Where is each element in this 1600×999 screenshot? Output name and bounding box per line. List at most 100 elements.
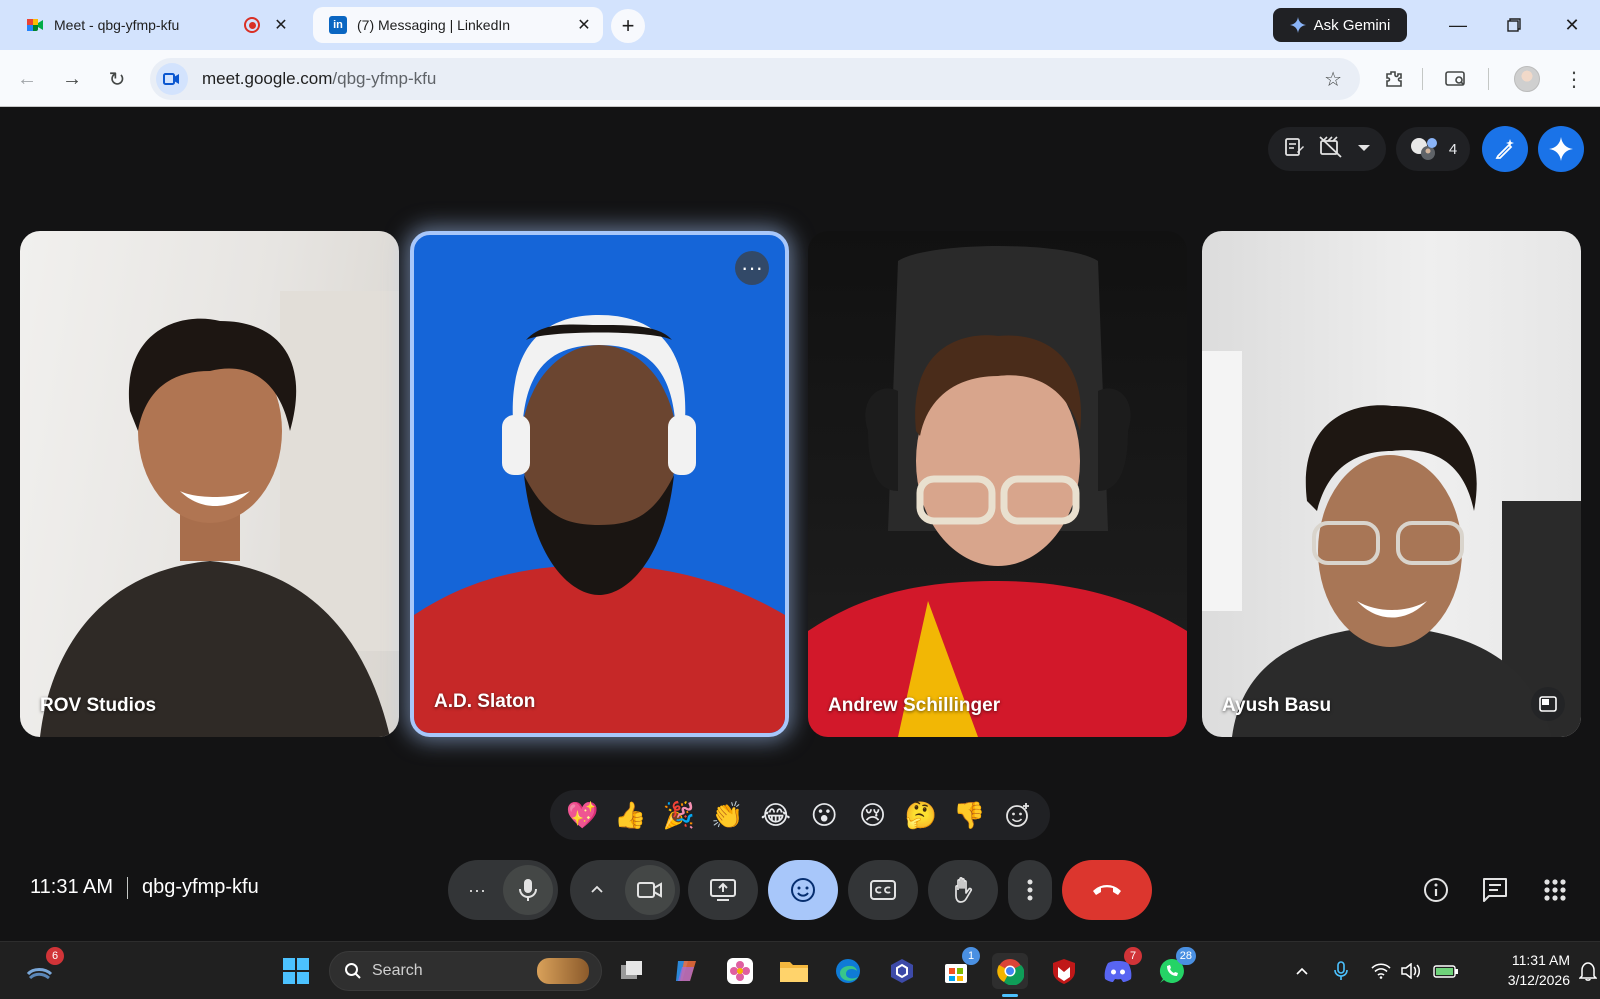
gemini-button[interactable] [1538,126,1584,172]
microphone-button[interactable] [503,865,553,915]
active-app-indicator [1002,994,1018,997]
camera-button[interactable] [625,865,675,915]
more-options-button[interactable]: ··· [735,251,769,285]
mcafee-shield-icon [1053,959,1075,984]
tab-meet[interactable]: Meet - qbg-yfmp-kfu ✕ [10,8,300,42]
present-screen-icon [710,879,736,901]
participant-name: Andrew Schillinger [828,695,1001,716]
restore-icon[interactable] [1494,10,1534,40]
reaction-sparkling-heart[interactable]: 💖 [561,794,603,836]
captions-icon [870,880,896,900]
participant-video [1202,351,1581,737]
volume-icon[interactable] [1400,960,1422,982]
reaction-party-popper[interactable]: 🎉 [658,794,700,836]
ai-notes-button[interactable] [1482,126,1528,172]
participant-tile[interactable]: ROV Studios [20,231,399,737]
show-hidden-icons-chevron-icon[interactable] [1291,960,1313,982]
address-bar[interactable]: meet.google.com/qbg-yfmp-kfu ☆ [150,58,1360,100]
tab-linkedin[interactable]: in (7) Messaging | LinkedIn ✕ [313,7,603,43]
participant-video [40,291,399,737]
meeting-details-button[interactable] [1418,872,1454,908]
discord-button[interactable]: 7 [1100,947,1142,989]
edge-icon [836,959,860,983]
flower-app-button[interactable] [722,953,758,989]
participant-tile[interactable]: Ayush Basu [1202,231,1581,737]
participant-tile[interactable]: Andrew Schillinger [808,231,1187,737]
file-explorer-button[interactable] [776,953,812,989]
close-icon[interactable]: ✕ [573,14,595,36]
more-options-button[interactable] [1008,860,1052,920]
whatsapp-button[interactable]: 28 [1154,947,1196,989]
new-tab-button[interactable]: + [611,9,645,43]
chrome-icon [997,959,1024,985]
meeting-code: qbg-yfmp-kfu [142,876,259,898]
add-reaction-icon[interactable] [997,794,1039,836]
store-button[interactable]: 1 [938,947,980,989]
notifications-bell-icon[interactable] [1577,960,1599,982]
captions-button[interactable] [848,860,918,920]
send-reaction-button[interactable] [768,860,838,920]
notes-icon[interactable] [1283,136,1305,163]
chevron-down-icon[interactable] [1357,140,1371,158]
bookmark-star-icon[interactable]: ☆ [1324,67,1342,92]
profile-avatar[interactable] [1514,66,1540,92]
store-badge: 1 [962,947,980,965]
edge-button[interactable] [830,953,866,989]
tab-search-icon[interactable] [1440,63,1472,95]
reaction-surprised[interactable]: 😮 [803,794,845,836]
widgets-button[interactable]: 6 [22,947,64,989]
linkedin-icon: in [329,16,347,34]
present-screen-button[interactable] [688,860,758,920]
folder-icon [780,962,808,982]
copilot-button[interactable] [668,953,704,989]
recording-off-icon[interactable] [1319,135,1343,163]
reactions-bar: 💖 👍 🎉 👏 😂 😮 😢 🤔 👎 [550,790,1050,840]
close-window-icon[interactable]: ✕ [1552,10,1592,40]
extensions-icon[interactable] [1378,63,1410,95]
audio-control-group: ··· [448,860,558,920]
raise-hand-button[interactable] [928,860,998,920]
whatsapp-badge: 28 [1175,947,1196,965]
reaction-thinking[interactable]: 🤔 [900,794,942,836]
forward-icon[interactable]: → [55,62,89,96]
reaction-thumbs-down[interactable]: 👎 [948,794,990,836]
reaction-clapping[interactable]: 👏 [706,794,748,836]
clock-date: 3/12/2026 [1507,972,1570,988]
back-icon[interactable]: ← [10,62,44,96]
meeting-time: 11:31 AM [30,876,114,898]
camera-icon [637,882,662,898]
task-view-button[interactable] [614,953,650,989]
microphone-in-use-icon[interactable] [1330,960,1352,982]
close-icon[interactable]: ✕ [270,14,292,36]
recording-icon [244,17,260,33]
participant-name: ROV Studios [40,695,157,716]
activities-button[interactable] [1537,872,1573,908]
participant-tile-active-speaker[interactable]: ··· A.D. Slaton [410,231,789,737]
participant-video [414,315,785,733]
reaction-laughing[interactable]: 😂 [755,794,797,836]
wifi-icon[interactable] [1370,960,1392,982]
windows-logo-icon [283,958,309,984]
chrome-button[interactable] [992,953,1028,997]
ask-gemini-button[interactable]: Ask Gemini [1273,8,1407,42]
start-button[interactable] [278,953,314,989]
taskbar-search[interactable]: Search [329,951,602,991]
chevron-up-icon[interactable] [590,881,604,899]
mcafee-button[interactable] [1046,953,1082,989]
battery-icon[interactable] [1432,960,1460,982]
reaction-thumbs-up[interactable]: 👍 [610,794,652,836]
audio-options-icon[interactable]: ··· [468,880,486,901]
hexagon-app-button[interactable] [884,953,920,989]
participant-avatars-icon [1410,138,1437,160]
chat-button[interactable] [1477,872,1513,908]
pen-sparkle-icon [1495,139,1514,159]
minimize-icon[interactable]: — [1438,10,1478,40]
taskbar-clock[interactable]: 11:31 AM 3/12/2026 [1470,950,1570,990]
meet-site-icon [156,63,188,95]
participants-button[interactable]: 4 [1396,127,1470,171]
reload-icon[interactable]: ↻ [100,62,134,96]
leave-call-button[interactable] [1062,860,1152,920]
picture-in-picture-icon[interactable] [1531,687,1565,721]
browser-menu-icon[interactable]: ⋮ [1558,63,1590,95]
reaction-crying[interactable]: 😢 [852,794,894,836]
